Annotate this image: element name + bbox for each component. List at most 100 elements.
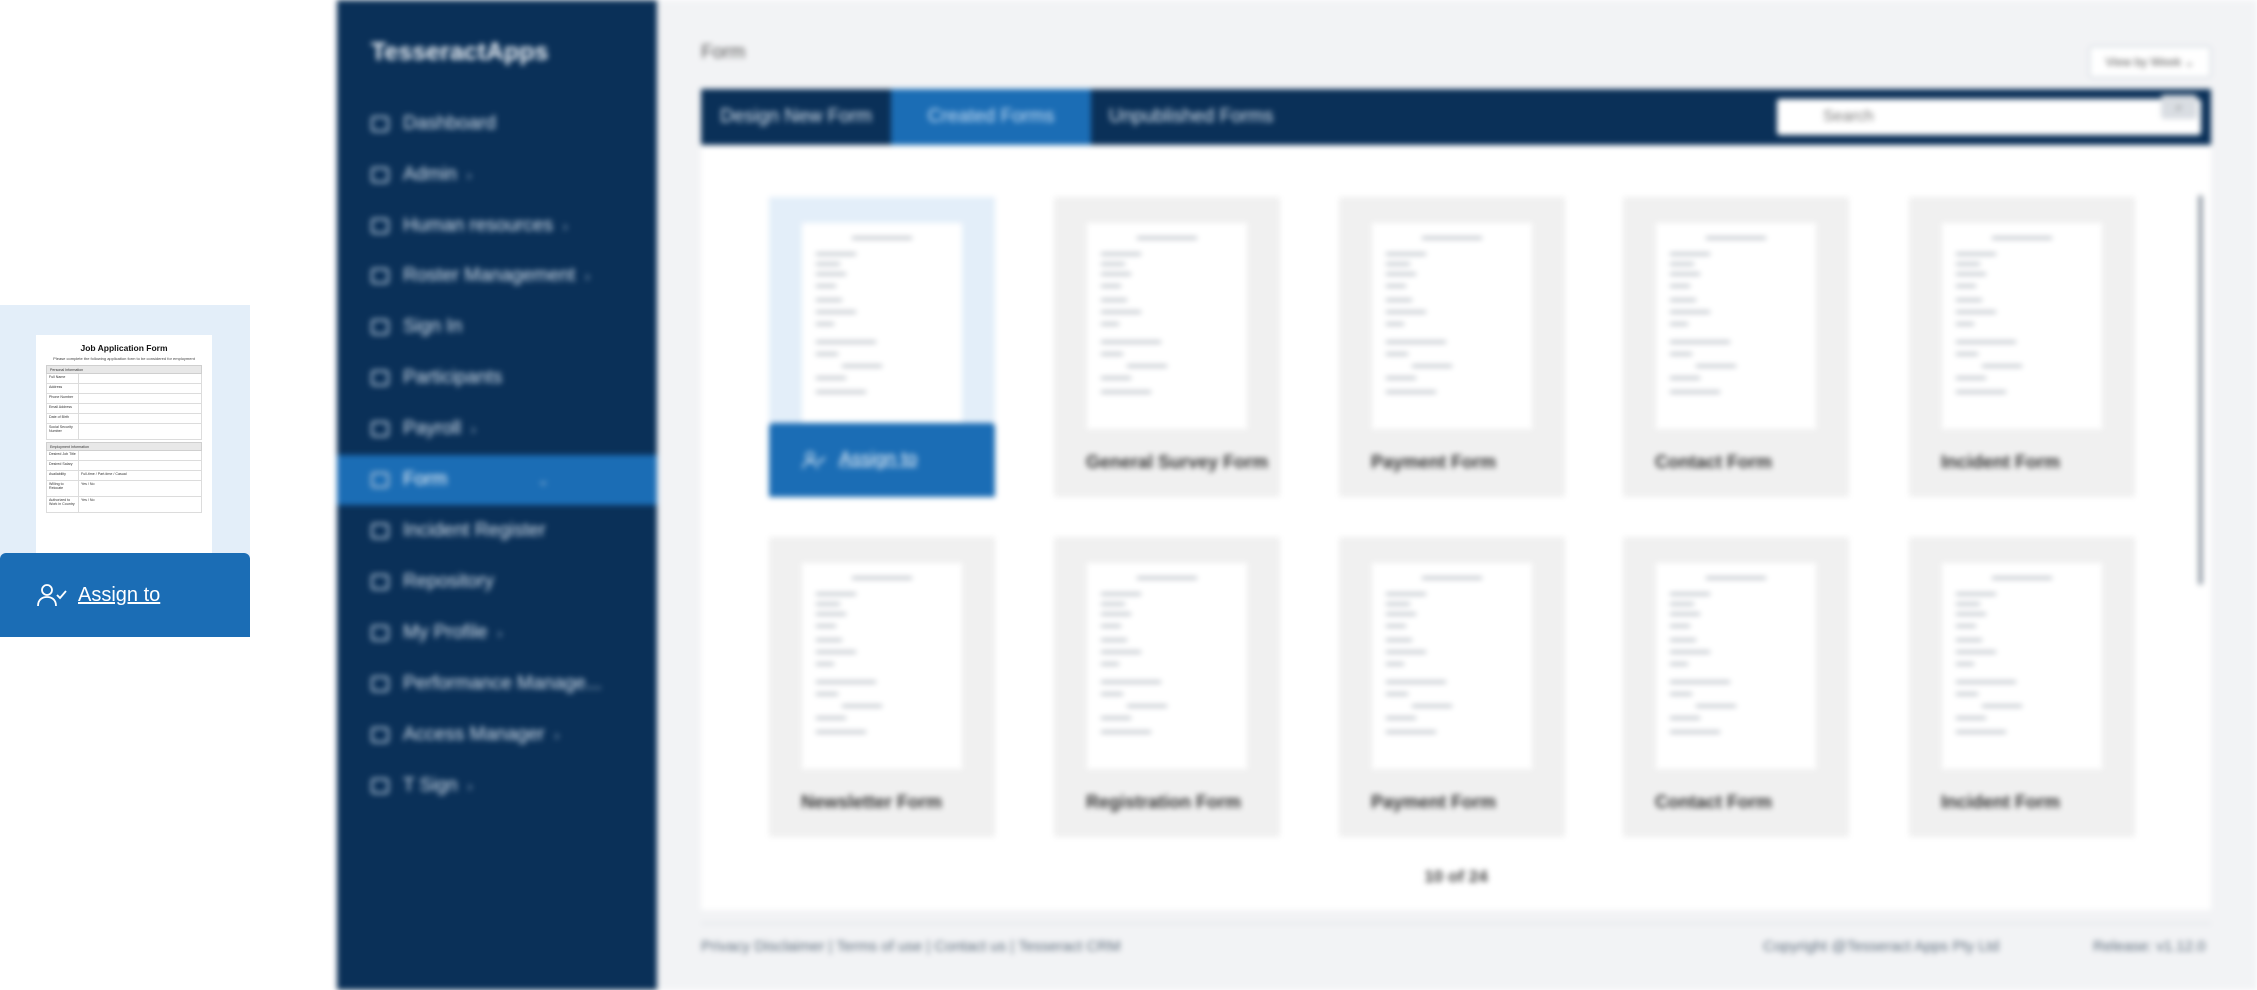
assign-to-button[interactable]: Assign to (769, 423, 995, 497)
doc-subtitle: Please complete the following applicatio… (53, 356, 195, 361)
sidebar-item-form[interactable]: Form ⌄ (337, 455, 657, 505)
payroll-icon (371, 421, 389, 437)
form-card-name: Payment Form (1371, 452, 1497, 472)
tab-unpublished-forms[interactable]: Unpublished Forms (1091, 89, 1291, 145)
sidebar-item-payroll[interactable]: Payroll › (337, 404, 657, 454)
doc-row-label: Social Security Number (47, 424, 79, 439)
form-thumbnail (802, 563, 962, 769)
form-card-name: Registration Form (1086, 792, 1242, 812)
doc-row-value (79, 451, 201, 460)
doc-row-label: Date of Birth (47, 414, 79, 423)
sidebar-item-performance-manager[interactable]: Performance Manage... (337, 659, 657, 709)
form-card[interactable]: Contact Form (1623, 197, 1849, 497)
doc-row-value (79, 461, 201, 470)
sidebar-item-roster-management[interactable]: Roster Management › (337, 251, 657, 301)
sidebar-item-human-resources[interactable]: Human resources › (337, 201, 657, 251)
assign-user-icon (37, 584, 67, 607)
sidebar-item-label: Dashboard (403, 113, 496, 134)
doc-row-label: Willing to Relocate (47, 481, 79, 496)
form-thumbnail (1656, 563, 1816, 769)
form-card[interactable]: Payment Form (1339, 537, 1565, 837)
chevron-right-icon: › (466, 167, 472, 183)
doc-row: Desired Job Title (46, 451, 202, 461)
doc-row-label: Authorized to Work in Country (47, 497, 79, 512)
sidebar-item-repository[interactable]: Repository (337, 557, 657, 607)
calendar-icon (371, 268, 389, 284)
doc-row-value (79, 404, 201, 413)
form-card-name: Incident Form (1941, 452, 2061, 472)
form-card[interactable]: General Survey Form (1054, 197, 1280, 497)
form-tab-bar: Design New Form Created Forms Unpublishe… (701, 89, 2211, 154)
form-card[interactable]: Payment Form (1339, 197, 1565, 497)
sidebar-item-label: Access Manager (403, 724, 545, 745)
profile-icon (371, 625, 389, 641)
sign-icon (371, 778, 389, 794)
doc-row-value (79, 374, 201, 383)
sidebar-item-label: Form (403, 469, 448, 490)
human-resources-icon (371, 218, 389, 234)
sidebar-item-label: Repository (403, 571, 494, 592)
search-icon[interactable]: ⌕ (2161, 95, 2197, 119)
assign-to-label: Assign to (78, 583, 161, 606)
doc-row: Social Security Number (46, 424, 202, 440)
form-card[interactable]: Contact Form (1623, 537, 1849, 837)
doc-row-value: Full-time / Part-time / Casual (81, 472, 127, 476)
form-icon (371, 472, 389, 488)
chevron-right-icon: › (467, 778, 473, 794)
access-icon (371, 727, 389, 743)
form-card-selected[interactable]: Assign to (769, 197, 995, 497)
view-by-select[interactable]: View by Week ⌄ (2089, 46, 2211, 78)
form-card-name: Newsletter Form (801, 792, 943, 812)
pagination-count: 10 of 24 (1424, 867, 1488, 886)
sidebar-item-label: Performance Manage... (403, 673, 602, 694)
chevron-right-icon: › (554, 727, 560, 743)
form-thumbnail (1372, 563, 1532, 769)
sidebar-item-label: Participants (403, 367, 503, 388)
sidebar-item-sign-in[interactable]: Sign In (337, 302, 657, 352)
sidebar-item-participants[interactable]: Participants (337, 353, 657, 403)
sidebar-item-dashboard[interactable]: Dashboard (337, 99, 657, 149)
app-window: TesseractApps Dashboard Admin › Human res… (337, 0, 2257, 990)
tab-design-new-form[interactable]: Design New Form (701, 89, 891, 145)
sidebar-item-t-sign[interactable]: T Sign › (337, 761, 657, 811)
search-input[interactable]: Search (1777, 99, 2201, 135)
form-card[interactable]: Incident Form (1909, 197, 2135, 497)
sidebar-item-my-profile[interactable]: My Profile › (337, 608, 657, 658)
sidebar-item-access-manager[interactable]: Access Manager › (337, 710, 657, 760)
sidebar-item-label: Payroll (403, 418, 462, 439)
form-card[interactable]: Registration Form (1054, 537, 1280, 837)
sidebar-item-label: My Profile (403, 622, 488, 643)
doc-row-value (79, 424, 201, 439)
footer: Privacy Disclaimer | Terms of use | Cont… (701, 923, 2211, 962)
doc-row: Address (46, 384, 202, 394)
sidebar-item-admin[interactable]: Admin › (337, 150, 657, 200)
doc-row: Availability Full-time / Part-time / Casu… (46, 471, 202, 481)
doc-row: Desired Salary (46, 461, 202, 471)
form-thumbnail (802, 223, 962, 429)
assign-to-button[interactable]: Assign to (0, 553, 250, 637)
form-card[interactable]: Newsletter Form (769, 537, 995, 837)
doc-row-label: Desired Salary (47, 461, 79, 470)
sidebar-item-incident-register[interactable]: Incident Register (337, 506, 657, 556)
form-thumbnail (1942, 563, 2102, 769)
form-card-name: Incident Form (1941, 792, 2061, 812)
dashboard-icon (371, 116, 389, 132)
form-card-name: Payment Form (1371, 792, 1497, 812)
participants-icon (371, 370, 389, 386)
repository-icon (371, 574, 389, 590)
sidebar-item-label: Incident Register (403, 520, 546, 541)
doc-section-employment: Employment Information (46, 442, 202, 451)
chevron-down-icon: ⌄ (537, 471, 550, 488)
form-card-name: Contact Form (1655, 452, 1772, 472)
assign-to-label: Assign to (839, 449, 918, 470)
form-thumbnail (1087, 223, 1247, 429)
footer-links[interactable]: Privacy Disclaimer | Terms of use | Cont… (701, 938, 1121, 955)
doc-row-label: Full Name (47, 374, 79, 383)
form-card-name: Contact Form (1655, 792, 1772, 812)
form-card[interactable]: Incident Form (1909, 537, 2135, 837)
sidebar-item-label: Sign In (403, 316, 463, 337)
scrollbar[interactable] (2198, 195, 2203, 585)
admin-icon (371, 167, 389, 183)
doc-row-label: Address (47, 384, 79, 393)
tab-created-forms[interactable]: Created Forms (891, 89, 1091, 154)
